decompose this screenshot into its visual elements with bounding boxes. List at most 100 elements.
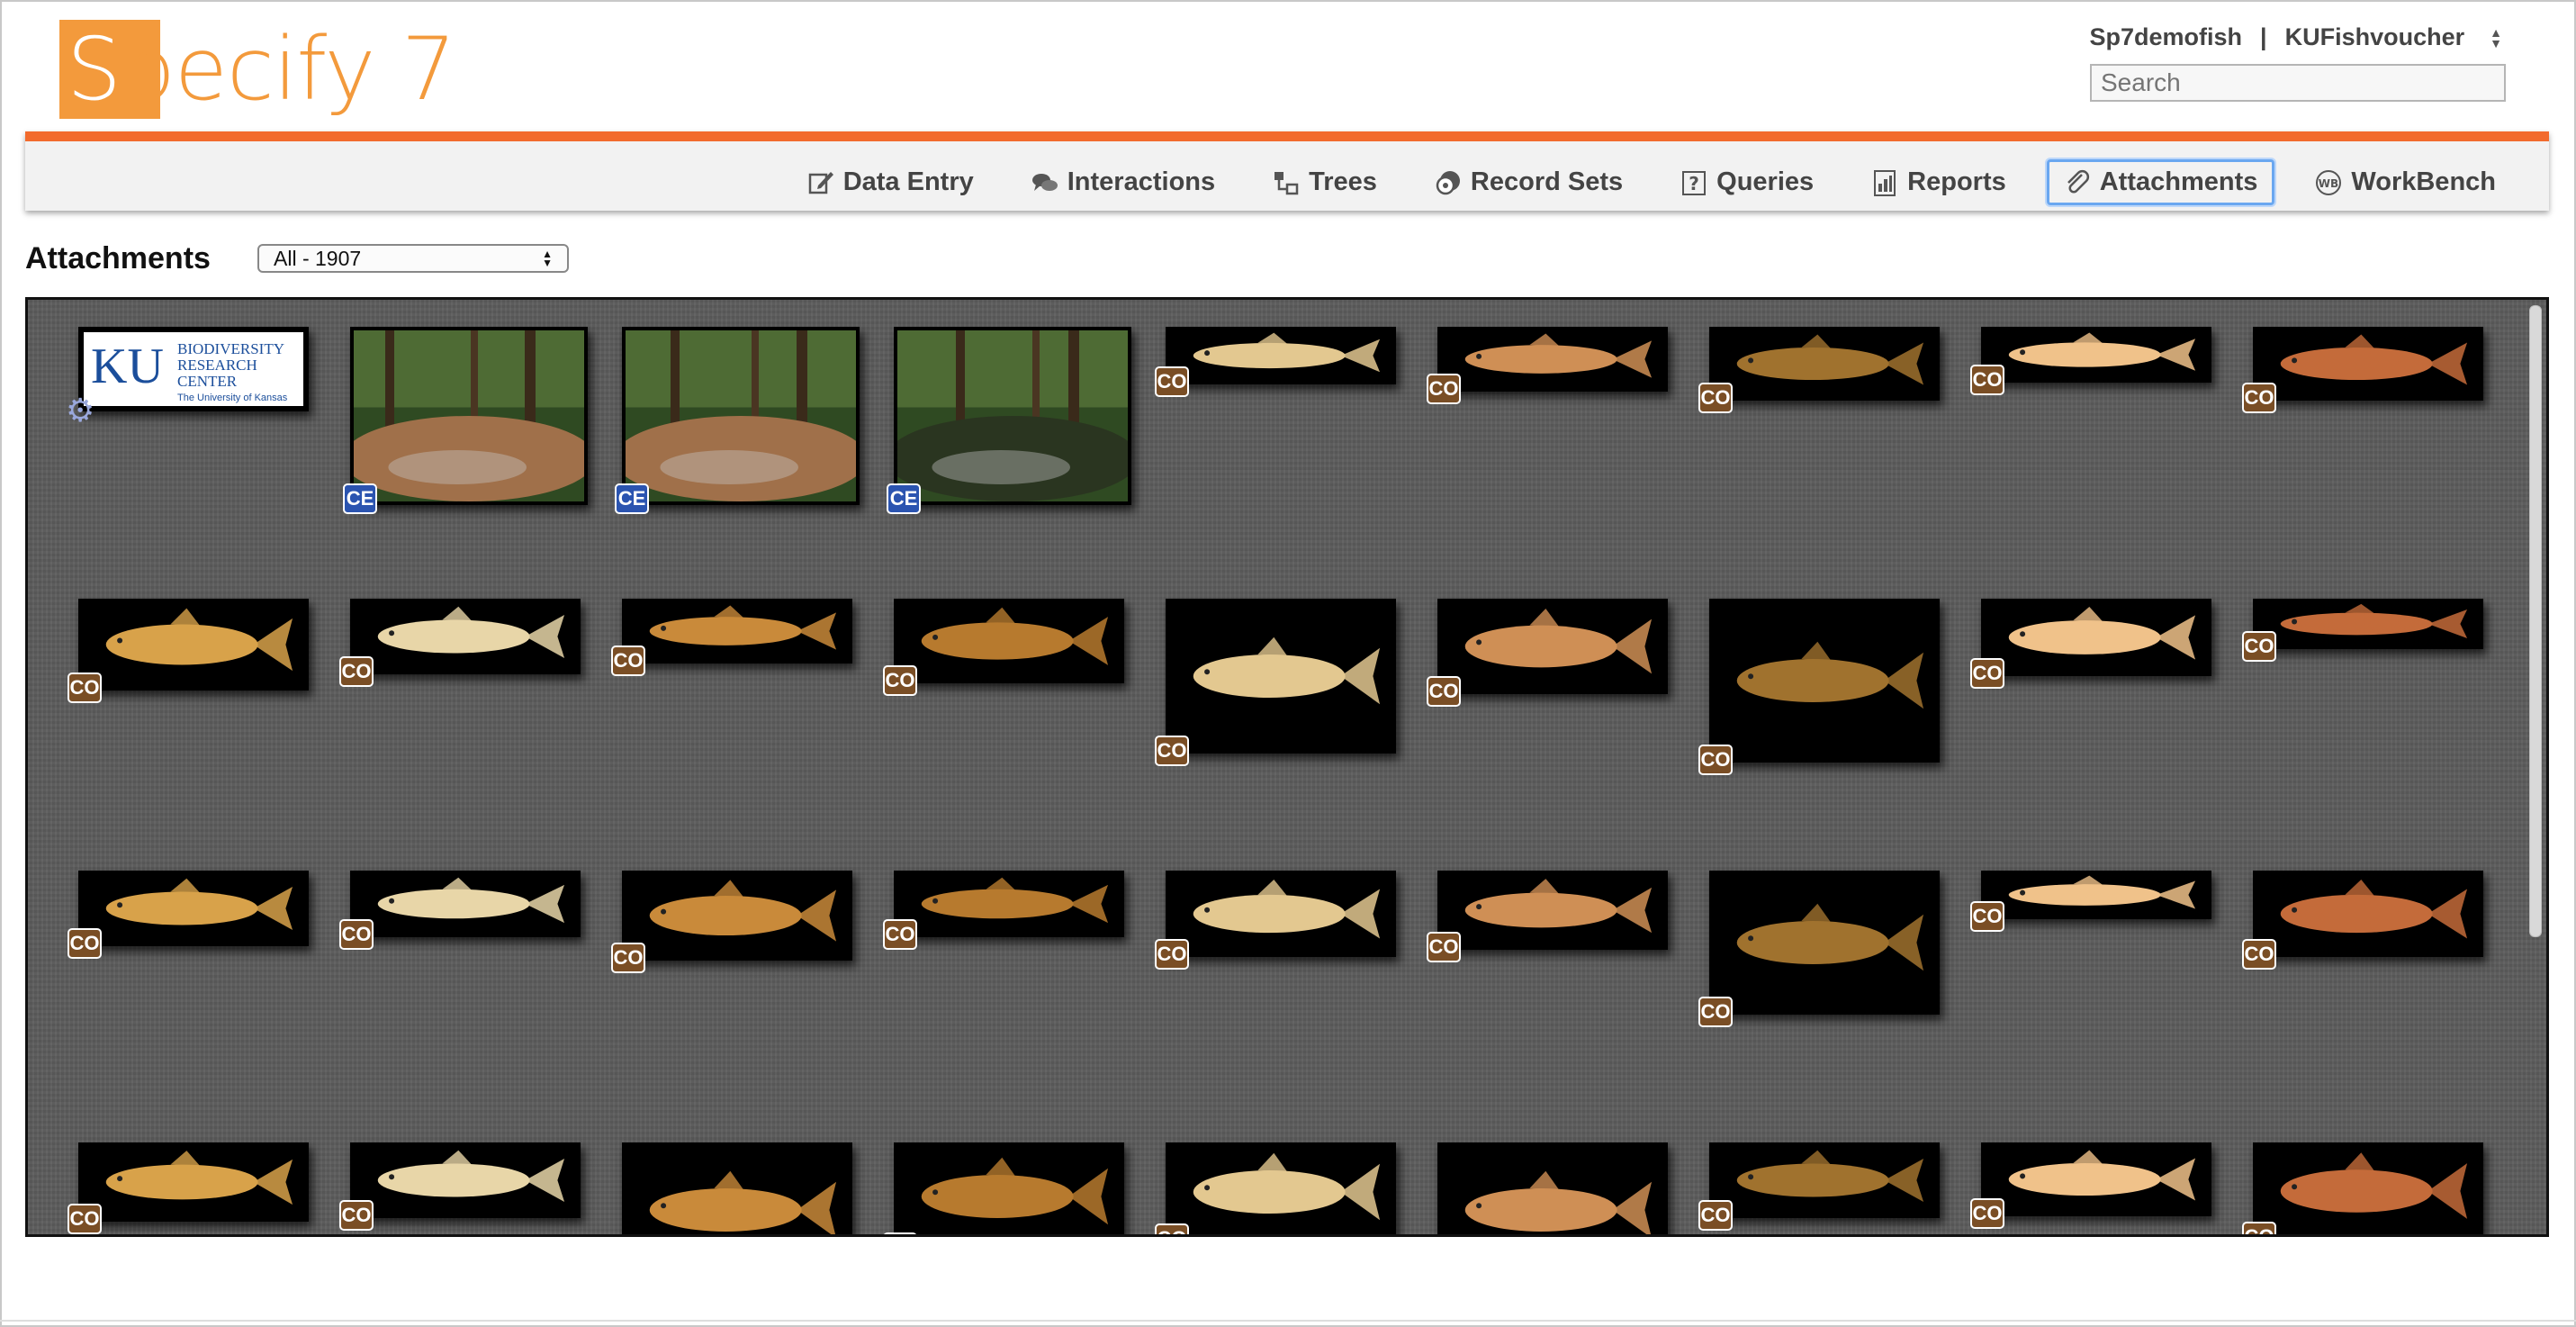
attachment-thumbnail-fish[interactable]: CO	[611, 871, 852, 973]
collecting-event-badge[interactable]: CE	[343, 483, 377, 514]
attachment-thumbnail-fish[interactable]: CO	[68, 1142, 309, 1234]
attachment-thumbnail-fish[interactable]: CO	[1698, 871, 1940, 1027]
attachment-thumbnail-fish[interactable]: CO	[339, 871, 581, 950]
nav-queries[interactable]: ? Queries	[1663, 159, 1831, 205]
nav-record-sets[interactable]: Record Sets	[1418, 159, 1640, 205]
logo-text: Specify 7	[67, 19, 456, 120]
attachments-gallery[interactable]: KU BIODIVERSITY RESEARCH CENTER The Univ…	[25, 297, 2549, 1237]
nav-workbench[interactable]: WB WorkBench	[2298, 159, 2513, 205]
attachment-thumbnail-fish[interactable]: CO	[1427, 599, 1668, 707]
attachment-thumbnail-fish[interactable]: CO	[622, 1142, 852, 1234]
attachment-thumbnail-photo[interactable]: CE	[887, 327, 1131, 514]
collection-object-badge[interactable]: CO	[883, 919, 917, 950]
attachment-thumbnail-fish[interactable]: CO	[1698, 1142, 1940, 1231]
collection-object-badge[interactable]: CO	[1970, 901, 2004, 932]
collection-object-badge[interactable]: CO	[883, 665, 917, 696]
collection-object-badge[interactable]: CO	[68, 1204, 102, 1234]
collection-object-badge[interactable]: CO	[339, 1200, 374, 1231]
search-input[interactable]	[2090, 64, 2506, 102]
nav-data-entry[interactable]: Data Entry	[790, 159, 991, 205]
collection-object-badge[interactable]: CO	[1698, 745, 1733, 775]
collection-object-badge[interactable]: CO	[611, 943, 645, 973]
collection-object-badge[interactable]: CO	[1970, 1198, 2004, 1229]
collection-object-badge[interactable]: CO	[1698, 383, 1733, 413]
main-nav: Data Entry Interactions Trees Record Set…	[25, 131, 2549, 211]
tree-icon	[1274, 171, 1299, 194]
attachment-thumbnail-fish[interactable]: CO	[1155, 327, 1396, 397]
attachment-thumbnail-fish[interactable]: CO	[1437, 1142, 1668, 1234]
attachment-thumbnail-fish[interactable]: CO	[1427, 327, 1668, 404]
attachment-thumbnail-fish[interactable]: CO	[1155, 1142, 1396, 1234]
bottom-divider	[0, 1320, 2576, 1322]
attachment-thumbnail-fish[interactable]: CO	[1155, 599, 1396, 766]
collection-object-badge[interactable]: CO	[339, 656, 374, 687]
attachment-thumbnail-fish[interactable]: CO	[68, 599, 309, 703]
attachment-thumbnail-photo[interactable]: CE	[343, 327, 588, 514]
collection-object-badge[interactable]: CO	[1427, 932, 1461, 962]
collection-object-badge[interactable]: CO	[1970, 365, 2004, 395]
collection-object-badge[interactable]: CO	[1427, 374, 1461, 404]
svg-text:RESEARCH: RESEARCH	[177, 357, 257, 374]
attachment-thumbnail-fish[interactable]: CO	[883, 871, 1124, 950]
specify-logo[interactable]: Specify 7	[59, 18, 456, 121]
attachment-thumbnail-fish[interactable]: CO	[339, 599, 581, 687]
attachment-thumbnail-fish[interactable]: CO	[883, 1142, 1124, 1234]
recordset-icon	[1436, 170, 1460, 194]
attachment-thumbnail-fish[interactable]: CO	[2242, 1142, 2483, 1234]
collection-object-badge[interactable]: CO	[1155, 1223, 1189, 1234]
attachment-thumbnail-fish[interactable]: CO	[611, 599, 852, 676]
collection-object-badge[interactable]: CO	[883, 1232, 917, 1234]
attachment-thumbnail-photo[interactable]: CE	[615, 327, 860, 514]
attachment-thumbnail-fish[interactable]: CO	[1698, 599, 1940, 775]
attachment-thumbnail-fish[interactable]: CO	[1427, 871, 1668, 962]
collection-object-badge[interactable]: CO	[1970, 658, 2004, 689]
svg-text:WB: WB	[2319, 177, 2338, 190]
collection-object-badge[interactable]: CO	[1698, 997, 1733, 1027]
gear-icon[interactable]: ⚙	[66, 392, 95, 429]
collection-object-badge[interactable]: CO	[2242, 1222, 2276, 1234]
svg-text:The University of Kansas: The University of Kansas	[177, 393, 288, 403]
attachment-filter-select[interactable]: All - 1907 ▲ ▼	[257, 244, 569, 273]
nav-trees[interactable]: Trees	[1256, 159, 1394, 205]
attachment-thumbnail-fish[interactable]: CO	[339, 1142, 581, 1231]
attachment-thumbnail-fish[interactable]: CO	[1970, 599, 2211, 689]
attachment-thumbnail-fish[interactable]: CO	[1970, 327, 2211, 395]
collection-object-badge[interactable]: CO	[1155, 736, 1189, 766]
collection-object-badge[interactable]: CO	[1155, 939, 1189, 970]
attachment-thumbnail-fish[interactable]: CO	[2242, 327, 2483, 413]
collecting-event-badge[interactable]: CE	[887, 483, 921, 514]
collection-object-badge[interactable]: CO	[68, 673, 102, 703]
filter-value: All - 1907	[274, 246, 362, 270]
collection-selector[interactable]: KUFishvoucher ▲ ▼	[2285, 23, 2502, 51]
username[interactable]: Sp7demofish	[2090, 23, 2243, 51]
nav-attachments[interactable]: Attachments	[2046, 159, 2275, 205]
attachment-thumbnail-fish[interactable]: CO	[883, 599, 1124, 696]
collection-object-badge[interactable]: CO	[68, 928, 102, 959]
collection-object-badge[interactable]: CO	[339, 919, 374, 950]
scrollbar-thumb[interactable]	[2529, 305, 2542, 937]
attachment-thumbnail-fish[interactable]: CO	[2242, 599, 2483, 662]
collection-object-badge[interactable]: CO	[1698, 1200, 1733, 1231]
attachment-thumbnail-fish[interactable]: CO	[1698, 327, 1940, 413]
collection-object-badge[interactable]: CO	[1155, 366, 1189, 397]
attachment-thumbnail-fish[interactable]: CO	[68, 871, 309, 959]
user-separator: |	[2260, 23, 2267, 50]
attachment-thumbnail-fish[interactable]: CO	[1155, 871, 1396, 970]
collection-object-badge[interactable]: CO	[611, 645, 645, 676]
attachment-thumbnail-fish[interactable]: CO	[2242, 871, 2483, 970]
attachment-thumbnail-fish[interactable]: CO	[1970, 871, 2211, 932]
collection-name: KUFishvoucher	[2284, 23, 2465, 50]
nav-reports[interactable]: Reports	[1854, 159, 2023, 205]
collection-object-badge[interactable]: CO	[2242, 939, 2276, 970]
nav-interactions[interactable]: Interactions	[1014, 159, 1232, 205]
paperclip-icon	[2067, 169, 2089, 193]
gallery-scrollbar[interactable]	[2526, 305, 2543, 1232]
edit-icon	[808, 171, 833, 194]
collection-object-badge[interactable]: CO	[1427, 676, 1461, 707]
collection-object-badge[interactable]: CO	[2242, 383, 2276, 413]
query-icon: ?	[1682, 170, 1707, 195]
attachment-thumbnail-fish[interactable]: CO	[1970, 1142, 2211, 1229]
collection-object-badge[interactable]: CO	[2242, 631, 2276, 662]
attachment-thumbnail-logo[interactable]: KU BIODIVERSITY RESEARCH CENTER The Univ…	[66, 327, 309, 429]
collecting-event-badge[interactable]: CE	[615, 483, 649, 514]
